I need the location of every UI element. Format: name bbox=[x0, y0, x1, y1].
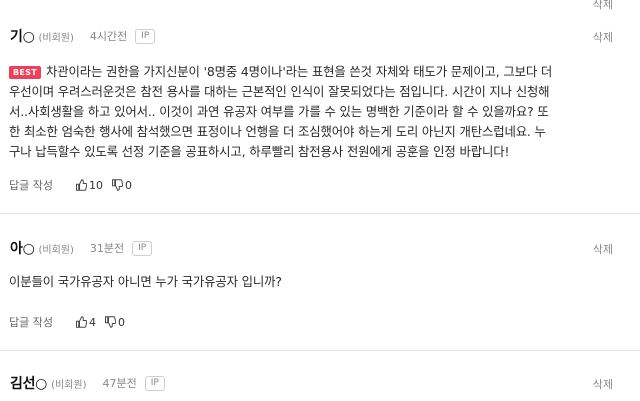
comment-line: 한 최소한 엄숙한 행사에 참석했으면 표정이나 언행을 더 조심했어야 하는게… bbox=[9, 124, 546, 139]
delete-button[interactable]: 삭제 bbox=[593, 29, 613, 45]
comment-divider bbox=[0, 350, 640, 351]
delete-button[interactable]: 삭제 bbox=[593, 376, 613, 392]
reply-button[interactable]: 답글 작성 bbox=[9, 177, 53, 193]
comment-line: 구나 납득할수 있도록 선정 기준을 공표하시고, 하루빨리 참전용사 전원에게… bbox=[9, 144, 510, 159]
dislike-button[interactable]: 0 bbox=[104, 316, 125, 329]
like-count: 4 bbox=[88, 315, 96, 329]
commenter-nickname: 기○ bbox=[10, 29, 35, 45]
commenter-nickname: 김선○ bbox=[10, 376, 48, 392]
reply-button[interactable]: 답글 작성 bbox=[9, 314, 53, 330]
dislike-button[interactable]: 0 bbox=[111, 179, 132, 192]
comment-line-text: 차관이라는 권한을 가지신분이 '8명중 4명이나'라는 표현을 쓴것 자체와 … bbox=[45, 64, 553, 79]
thumbs-up-icon bbox=[75, 179, 87, 191]
dislike-count: 0 bbox=[117, 315, 125, 329]
delete-button-prev[interactable]: 삭제 bbox=[593, 0, 613, 12]
comment-time: 4시간전 bbox=[89, 30, 128, 43]
delete-button[interactable]: 삭제 bbox=[593, 241, 613, 257]
comment-body: 이분들이 국가유공자 아니면 누가 국가유공자 입니까? bbox=[9, 272, 589, 292]
comment-divider bbox=[0, 213, 640, 214]
comment-time: 47분전 bbox=[102, 377, 137, 390]
member-type: (비회원) bbox=[38, 32, 74, 44]
best-badge: BEST bbox=[9, 66, 41, 79]
comment-line: 이분들이 국가유공자 아니면 누가 국가유공자 입니까? bbox=[9, 274, 282, 289]
comment-actions: 답글 작성 4 0 bbox=[9, 313, 133, 331]
ip-badge: IP bbox=[132, 240, 153, 256]
comment-line: 우선이며 우려스러운것은 참전 용사를 대하는 근본적인 인식이 잘못되었다는 … bbox=[9, 84, 550, 99]
thumbs-up-icon bbox=[75, 316, 87, 328]
ip-badge: IP bbox=[135, 28, 156, 44]
member-type: (비회원) bbox=[38, 244, 74, 256]
comment-line: BEST 차관이라는 권한을 가지신분이 '8명중 4명이나'라는 표현을 쓴것 … bbox=[9, 62, 589, 82]
dislike-count: 0 bbox=[124, 178, 132, 192]
commenter-nickname: 아○ bbox=[10, 241, 35, 257]
comment-meta: 김선○ (비회원) 47분전 IP bbox=[10, 373, 165, 393]
comment-actions: 답글 작성 10 0 bbox=[9, 176, 140, 194]
thumbs-down-icon bbox=[104, 316, 116, 328]
comment-time: 31분전 bbox=[89, 242, 125, 255]
member-type: (비회원) bbox=[51, 379, 87, 391]
like-button[interactable]: 10 bbox=[75, 179, 103, 192]
comment-line: 서..사회생활을 하고 있어서.. 이것이 과연 유공자 여부를 가를 수 있는… bbox=[9, 104, 549, 119]
comment-body: BEST 차관이라는 권한을 가지신분이 '8명중 4명이나'라는 표현을 쓴것 … bbox=[9, 62, 589, 162]
thumbs-down-icon bbox=[111, 179, 123, 191]
like-button[interactable]: 4 bbox=[75, 316, 96, 329]
like-count: 10 bbox=[88, 178, 103, 192]
ip-badge: IP bbox=[144, 375, 165, 391]
comment-meta: 기○ (비회원) 4시간전 IP bbox=[10, 26, 156, 46]
comment-meta: 아○ (비회원) 31분전 IP bbox=[10, 238, 153, 258]
